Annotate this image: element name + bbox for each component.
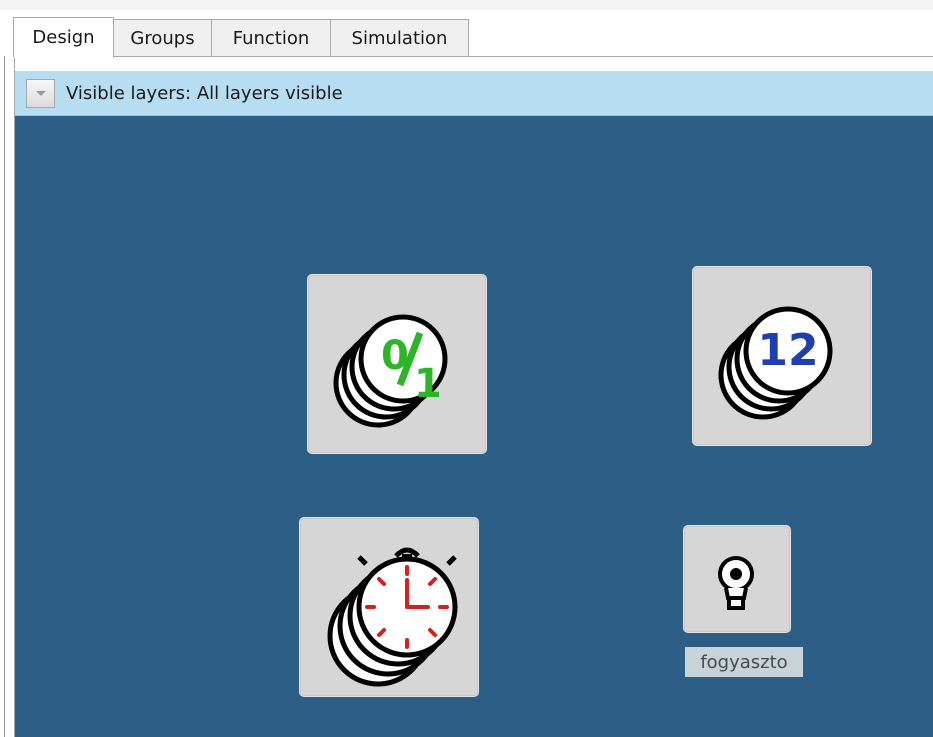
tab-design[interactable]: Design <box>13 17 114 58</box>
visible-layers-bar: Visible layers: All layers visible <box>15 71 933 116</box>
timer-block[interactable] <box>299 517 479 697</box>
tab-groups[interactable]: Groups <box>113 19 212 57</box>
layers-dropdown-button[interactable] <box>26 79 55 108</box>
block-label-fogyaszto: fogyaszto <box>685 647 803 677</box>
tab-bar: Design Groups Function Simulation <box>13 17 469 58</box>
binary-counter-block[interactable]: 0 1 <box>307 274 487 454</box>
svg-text:1: 1 <box>414 361 442 407</box>
app-window: Design Groups Function Simulation Visibl… <box>0 0 933 737</box>
tab-divider-line <box>14 56 933 57</box>
tab-simulation[interactable]: Simulation <box>330 19 469 57</box>
window-left-border <box>4 56 5 737</box>
numeric-counter-block[interactable]: 12 <box>692 266 872 446</box>
binary-counter-icon: 0 1 <box>333 314 448 428</box>
consumer-lamp-block[interactable] <box>683 525 791 633</box>
design-canvas[interactable]: 0 1 12 fogyaszto <box>15 116 933 737</box>
window-top-strip <box>0 0 933 10</box>
chevron-down-icon <box>35 90 46 96</box>
timer-stopwatch-icon <box>327 547 458 687</box>
numeric-counter-icon: 12 <box>718 306 833 420</box>
visible-layers-label: Visible layers: All layers visible <box>66 83 343 104</box>
consumer-lamp-icon <box>718 556 754 610</box>
counter-value-text: 12 <box>757 325 818 376</box>
tab-function[interactable]: Function <box>211 19 331 57</box>
